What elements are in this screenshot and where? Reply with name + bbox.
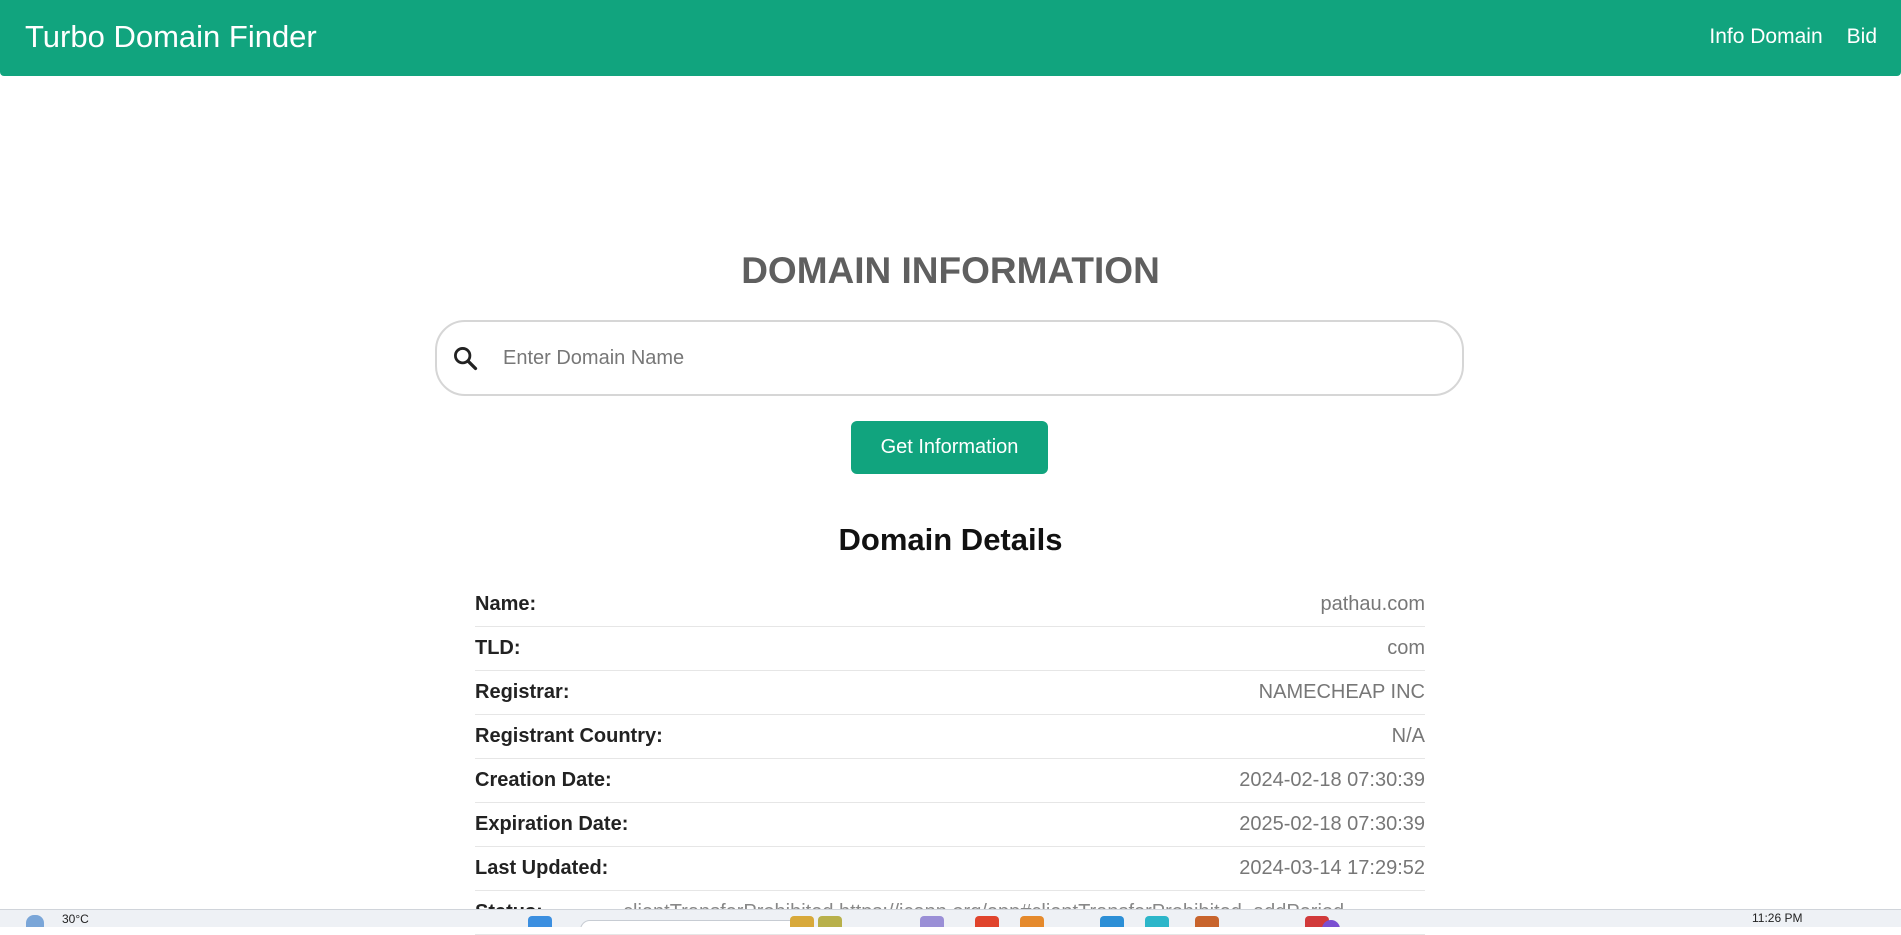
search-box[interactable] (435, 320, 1464, 396)
taskbar-app-icon[interactable] (1145, 916, 1169, 927)
detail-row-registrant-country: Registrant Country: N/A (475, 715, 1425, 759)
taskbar-app-icon[interactable] (1020, 916, 1044, 927)
file-explorer-icon[interactable] (790, 916, 814, 927)
domain-search-input[interactable] (503, 332, 1443, 384)
taskbar-app-icon[interactable] (1195, 916, 1219, 927)
get-information-button[interactable]: Get Information (851, 421, 1048, 474)
taskbar-app-icon[interactable] (818, 916, 842, 927)
detail-value: 2025-02-18 07:30:39 (1239, 813, 1425, 835)
detail-key: TLD: (475, 637, 521, 659)
taskbar-search[interactable] (580, 920, 802, 927)
detail-key: Creation Date: (475, 769, 612, 791)
os-taskbar: 30°C 11:26 PM (0, 909, 1901, 927)
brand-title[interactable]: Turbo Domain Finder (25, 18, 317, 56)
detail-value: 2024-03-14 17:29:52 (1239, 857, 1425, 879)
windows-start-icon[interactable] (528, 916, 552, 927)
detail-value: pathau.com (1320, 593, 1425, 615)
taskbar-app-icon[interactable] (1100, 916, 1124, 927)
taskbar-clock[interactable]: 11:26 PM (1752, 911, 1802, 925)
detail-row-expiration-date: Expiration Date: 2025-02-18 07:30:39 (475, 803, 1425, 847)
detail-key: Expiration Date: (475, 813, 629, 835)
search-icon (454, 347, 478, 371)
taskbar-app-icon[interactable] (975, 916, 999, 927)
detail-key: Registrar: (475, 681, 570, 703)
domain-details-heading: Domain Details (838, 522, 1063, 557)
domain-details-table: Name: pathau.com TLD: com Registrar: NAM… (475, 583, 1425, 935)
detail-row-name: Name: pathau.com (475, 583, 1425, 627)
detail-row-registrar: Registrar: NAMECHEAP INC (475, 671, 1425, 715)
detail-value: 2024-02-18 07:30:39 (1239, 769, 1425, 791)
detail-value: N/A (1391, 725, 1425, 747)
detail-value: NAMECHEAP INC (1258, 681, 1425, 703)
nav-link-bid[interactable]: Bid (1847, 24, 1877, 50)
page-title: DOMAIN INFORMATION (741, 250, 1160, 291)
detail-key: Registrant Country: (475, 725, 663, 747)
nav-link-info-domain[interactable]: Info Domain (1709, 24, 1822, 50)
detail-key: Name: (475, 593, 537, 615)
nav-links: Info Domain Bid (1709, 24, 1877, 50)
taskbar-app-icon[interactable] (920, 916, 944, 927)
notification-badge-icon (1322, 920, 1340, 927)
weather-icon[interactable] (26, 915, 44, 927)
detail-row-creation-date: Creation Date: 2024-02-18 07:30:39 (475, 759, 1425, 803)
detail-value: com (1387, 637, 1425, 659)
top-navbar: Turbo Domain Finder Info Domain Bid (0, 0, 1901, 76)
detail-key: Last Updated: (475, 857, 609, 879)
taskbar-weather[interactable]: 30°C (62, 912, 89, 926)
detail-row-last-updated: Last Updated: 2024-03-14 17:29:52 (475, 847, 1425, 891)
detail-row-tld: TLD: com (475, 627, 1425, 671)
